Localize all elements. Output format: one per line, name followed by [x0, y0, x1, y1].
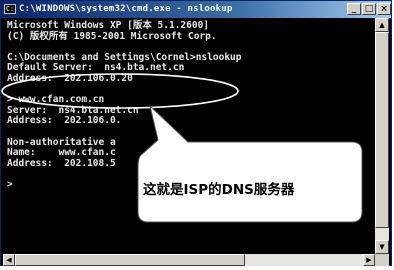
scroll-down-icon[interactable]: ▼ [375, 240, 389, 254]
cmd-icon[interactable]: C: [4, 4, 16, 14]
console-line: Microsoft Windows XP [版本 5.1.2600] [7, 20, 210, 31]
vertical-scrollbar[interactable]: ▲ ▼ [375, 18, 389, 254]
horizontal-scroll-thumb[interactable] [15, 254, 245, 266]
callout-text: 这就是ISP的DNS服务器 [143, 182, 295, 198]
scroll-up-icon[interactable]: ▲ [375, 18, 389, 32]
title-bar[interactable]: C: C:\WINDOWS\system32\cmd.exe - nslooku… [1, 1, 391, 18]
console-line: Address: 202.106.0.20 [7, 72, 133, 84]
horizontal-scrollbar[interactable]: ◀ ▶ [3, 254, 375, 266]
cmd-window: C: C:\WINDOWS\system32\cmd.exe - nslooku… [0, 0, 392, 266]
close-button[interactable]: × [377, 3, 391, 15]
scrollbar-corner [375, 254, 389, 266]
console-line: Address: 202.108.5 [7, 157, 116, 169]
vertical-scroll-thumb[interactable] [375, 32, 389, 228]
maximize-button[interactable]: □ [362, 3, 376, 15]
window-title: C:\WINDOWS\system32\cmd.exe - nslookup [19, 4, 233, 14]
scroll-right-icon[interactable]: ▶ [363, 254, 375, 266]
minimize-button[interactable]: _ [347, 3, 361, 15]
console-line: (C) 版权所有 1985-2001 Microsoft Corp. [7, 30, 217, 42]
console-line: Address: 202.106.0. [7, 115, 122, 127]
scroll-left-icon[interactable]: ◀ [3, 254, 15, 266]
console-output[interactable]: Microsoft Windows XP [版本 5.1.2600] (C) 版… [3, 18, 375, 254]
